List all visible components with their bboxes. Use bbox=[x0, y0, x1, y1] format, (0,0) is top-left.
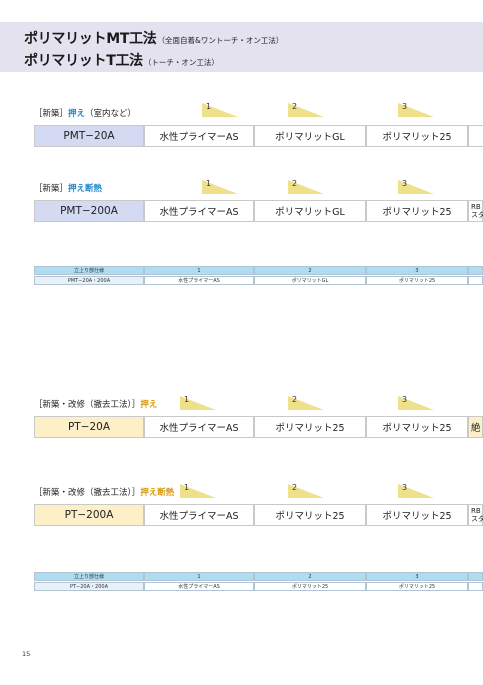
rising-body-cell: 水性プライマーAS bbox=[144, 582, 254, 591]
title-line-2: ポリマリットT工法（トーチ・オン工法） bbox=[24, 50, 219, 70]
rising-body-cell: ポリマリット25 bbox=[366, 276, 468, 285]
label-prefix: ［新築・改修（撤去工法）］ bbox=[34, 488, 141, 498]
rising-spec-table: 立上り部仕様 1 2 3 PMT−20A・200A 水性プライマーAS ポリマリ… bbox=[34, 266, 483, 286]
title-t-subtitle: （トーチ・オン工法） bbox=[143, 58, 219, 67]
step-flag: 3 bbox=[398, 483, 434, 498]
rising-header-cell: 1 bbox=[144, 572, 254, 581]
step-number: 2 bbox=[292, 102, 298, 111]
step-flag: 2 bbox=[288, 102, 324, 117]
rising-header-cell: 2 bbox=[254, 572, 366, 581]
rising-body-cell: PMT−20A・200A bbox=[34, 276, 144, 285]
rising-spec-table: 立上り部仕様 1 2 3 PT−20A・200A 水性プライマーAS ポリマリッ… bbox=[34, 572, 483, 592]
title-mt-method: ポリマリットMT工法 bbox=[24, 31, 157, 47]
spec-row: PMT−20A 水性プライマーAS ポリマリットGL ポリマリット25 bbox=[34, 125, 483, 149]
rising-body-cell: ポリマリット25 bbox=[366, 582, 468, 591]
step-number: 1 bbox=[184, 483, 190, 492]
rising-body-cell: ポリマリットGL bbox=[254, 276, 366, 285]
spec-row: PMT−200A 水性プライマーAS ポリマリットGL ポリマリット25 RB … bbox=[34, 200, 483, 224]
rising-body-cell: 水性プライマーAS bbox=[144, 276, 254, 285]
step-number: 3 bbox=[402, 395, 408, 404]
rising-body-cell: ポリマリット25 bbox=[254, 582, 366, 591]
spec-step2-cell: ポリマリットGL bbox=[254, 200, 366, 222]
spec-step4-cell bbox=[468, 125, 483, 147]
rising-header-cell: 1 bbox=[144, 266, 254, 275]
spec-step4-line2: スタ bbox=[471, 211, 483, 219]
label-accent: 押え bbox=[140, 400, 158, 410]
rising-header-cell: 3 bbox=[366, 266, 468, 275]
label-accent: 押え bbox=[68, 109, 86, 119]
spec-step3-cell: ポリマリット25 bbox=[366, 200, 468, 222]
rising-header-cell: 2 bbox=[254, 266, 366, 275]
label-prefix: ［新築］ bbox=[34, 184, 69, 194]
spec-step1-cell: 水性プライマーAS bbox=[144, 504, 254, 526]
section-label: ［新築］押え断熱 bbox=[34, 182, 102, 194]
section-label: ［新築］押え（室内など） bbox=[34, 107, 136, 119]
step-number: 3 bbox=[402, 483, 408, 492]
step-number: 2 bbox=[292, 395, 298, 404]
title-t-method: ポリマリットT工法 bbox=[24, 53, 143, 69]
label-accent: 押え断熱 bbox=[68, 184, 103, 194]
step-number: 3 bbox=[402, 179, 408, 188]
rising-header-cell bbox=[468, 266, 483, 275]
rising-header-cell: 立上り部仕様 bbox=[34, 572, 144, 581]
step-flag: 2 bbox=[288, 179, 324, 194]
step-flag: 1 bbox=[202, 179, 238, 194]
step-number: 1 bbox=[206, 102, 212, 111]
label-accent: 押え断熱 bbox=[140, 488, 175, 498]
rising-table-header: 立上り部仕様 1 2 3 bbox=[34, 572, 483, 581]
spec-code-cell: PMT−20A bbox=[34, 125, 144, 147]
spec-step4-line1: RB bbox=[471, 203, 481, 211]
spec-row: PT−200A 水性プライマーAS ポリマリット25 ポリマリット25 RB ス… bbox=[34, 504, 483, 528]
spec-step2-cell: ポリマリットGL bbox=[254, 125, 366, 147]
spec-step4-cell: RB スタ bbox=[468, 200, 483, 222]
step-flag: 2 bbox=[288, 395, 324, 410]
spec-code-cell: PT−200A bbox=[34, 504, 144, 526]
spec-step1-cell: 水性プライマーAS bbox=[144, 125, 254, 147]
rising-body-cell bbox=[468, 582, 483, 591]
spec-step3-cell: ポリマリット25 bbox=[366, 416, 468, 438]
spec-step1-cell: 水性プライマーAS bbox=[144, 200, 254, 222]
spec-row: PT−20A 水性プライマーAS ポリマリット25 ポリマリット25 絶 bbox=[34, 416, 483, 440]
section-label: ［新築・改修（撤去工法）］押え断熱 bbox=[34, 486, 174, 498]
spec-step3-cell: ポリマリット25 bbox=[366, 504, 468, 526]
section-label: ［新築・改修（撤去工法）］押え bbox=[34, 398, 157, 410]
step-number: 2 bbox=[292, 179, 298, 188]
spec-step4-cell: RB スタ bbox=[468, 504, 483, 526]
spec-step2-cell: ポリマリット25 bbox=[254, 504, 366, 526]
label-prefix: ［新築］ bbox=[34, 109, 69, 119]
spec-code-cell: PMT−200A bbox=[34, 200, 144, 222]
spec-step4-line1: RB bbox=[471, 507, 481, 515]
rising-body-cell bbox=[468, 276, 483, 285]
spec-step4-cell: 絶 bbox=[468, 416, 483, 438]
rising-body-cell: PT−20A・200A bbox=[34, 582, 144, 591]
spec-code-cell: PT−20A bbox=[34, 416, 144, 438]
step-flag: 3 bbox=[398, 102, 434, 117]
label-prefix: ［新築・改修（撤去工法）］ bbox=[34, 400, 141, 410]
rising-header-cell bbox=[468, 572, 483, 581]
step-number: 2 bbox=[292, 483, 298, 492]
step-flag: 3 bbox=[398, 395, 434, 410]
spec-step4-line2: スタ bbox=[471, 515, 483, 523]
label-suffix: （室内など） bbox=[85, 109, 137, 119]
rising-table-header: 立上り部仕様 1 2 3 bbox=[34, 266, 483, 275]
step-number: 1 bbox=[184, 395, 190, 404]
title-header: ポリマリットMT工法（全面自着&ワントーチ・オン工法） ポリマリットT工法（トー… bbox=[0, 22, 483, 72]
title-mt-subtitle: （全面自着&ワントーチ・オン工法） bbox=[157, 36, 284, 45]
step-flag: 1 bbox=[180, 395, 216, 410]
step-number: 3 bbox=[402, 102, 408, 111]
page-number: 15 bbox=[22, 650, 31, 658]
step-flag: 3 bbox=[398, 179, 434, 194]
rising-header-cell: 立上り部仕様 bbox=[34, 266, 144, 275]
spec-step2-cell: ポリマリット25 bbox=[254, 416, 366, 438]
step-flag: 2 bbox=[288, 483, 324, 498]
step-number: 1 bbox=[206, 179, 212, 188]
title-line-1: ポリマリットMT工法（全面自着&ワントーチ・オン工法） bbox=[24, 28, 283, 48]
spec-step1-cell: 水性プライマーAS bbox=[144, 416, 254, 438]
step-flag: 1 bbox=[202, 102, 238, 117]
step-flag: 1 bbox=[180, 483, 216, 498]
spec-step3-cell: ポリマリット25 bbox=[366, 125, 468, 147]
rising-table-row: PMT−20A・200A 水性プライマーAS ポリマリットGL ポリマリット25 bbox=[34, 276, 483, 285]
rising-header-cell: 3 bbox=[366, 572, 468, 581]
rising-table-row: PT−20A・200A 水性プライマーAS ポリマリット25 ポリマリット25 bbox=[34, 582, 483, 591]
